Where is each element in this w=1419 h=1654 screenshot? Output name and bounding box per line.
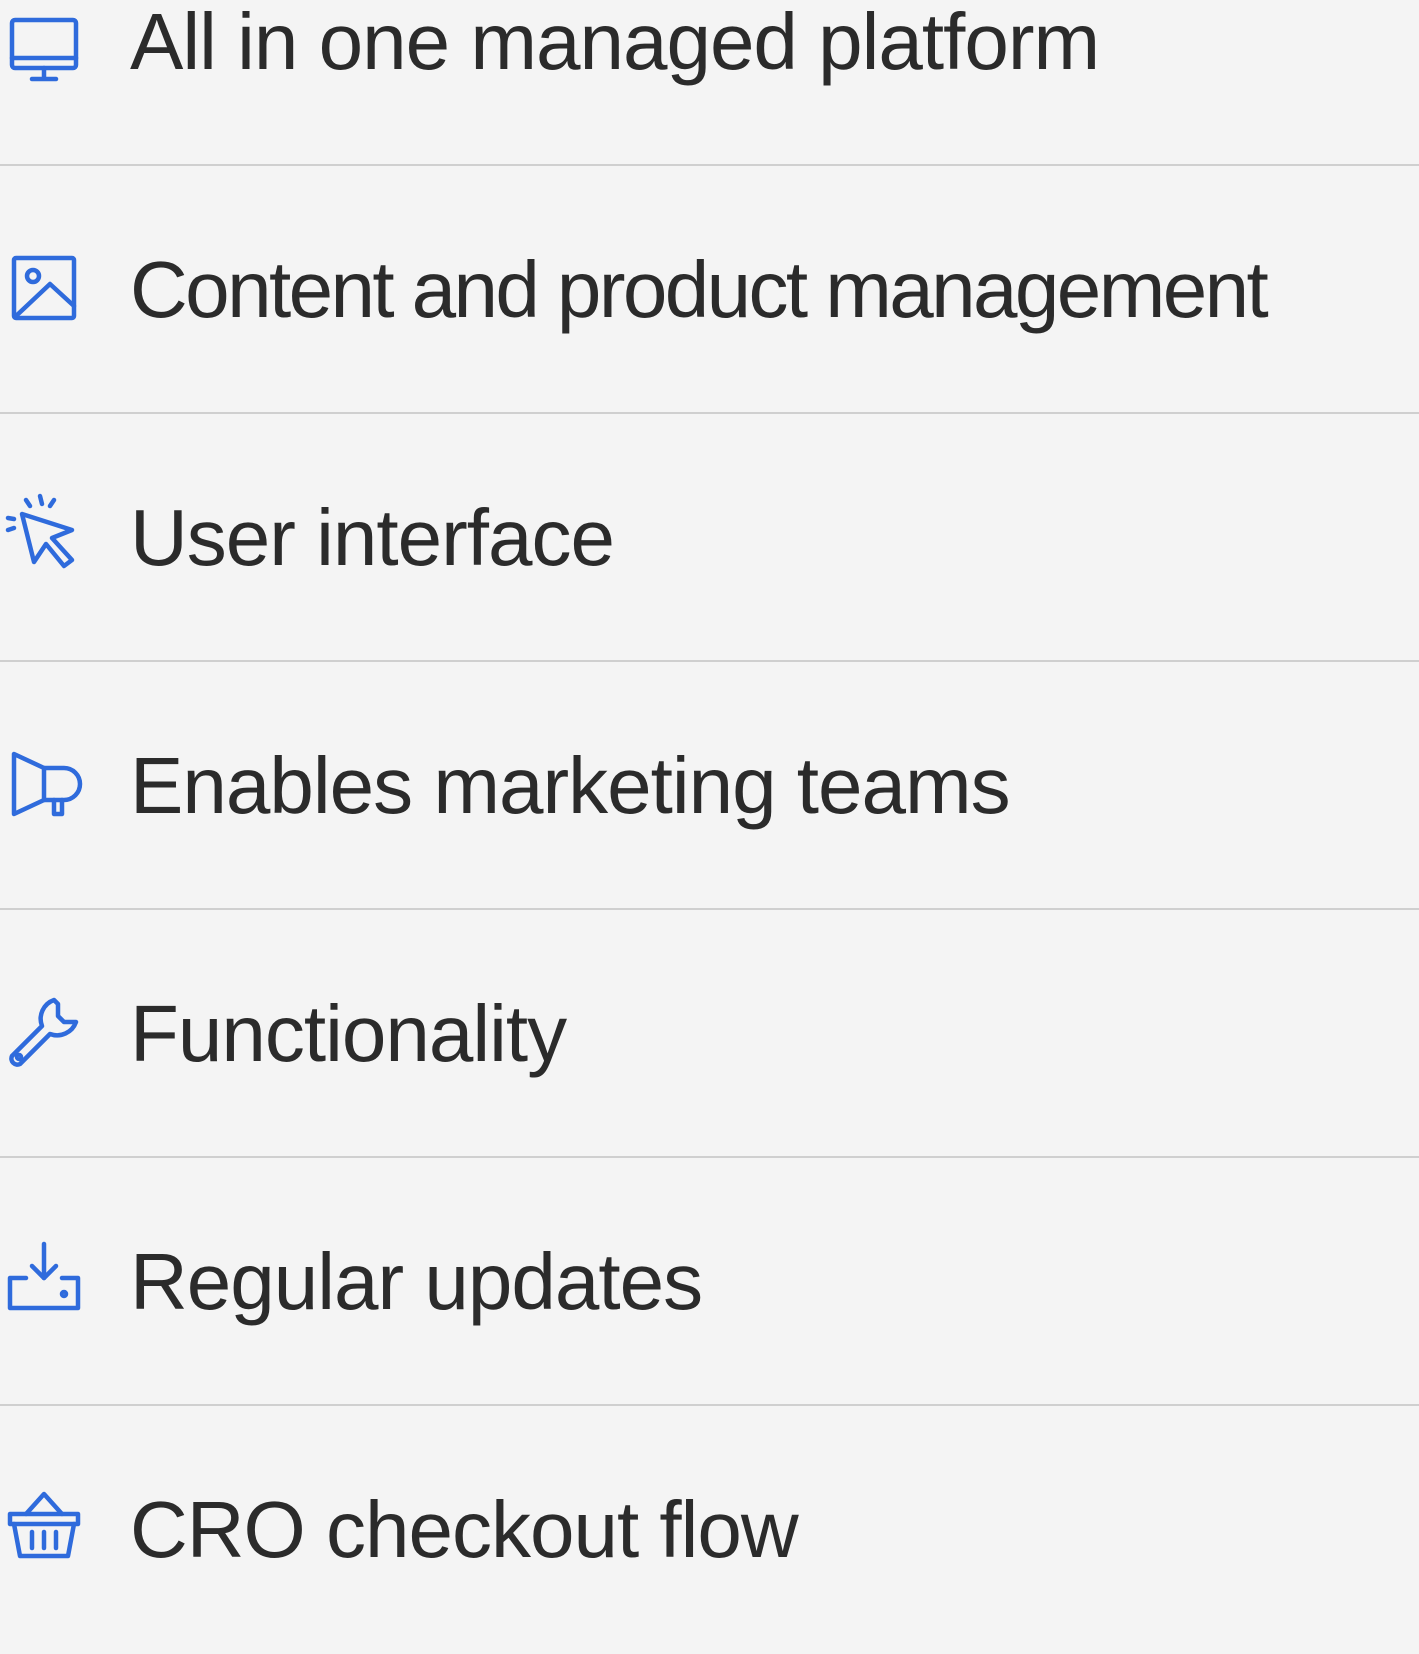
list-item: CRO checkout flow [0,1406,1419,1654]
download-tray-icon [2,1234,86,1318]
megaphone-icon [2,740,86,824]
basket-icon [2,1482,86,1566]
list-item-label: Content and product management [130,245,1269,334]
image-icon [2,246,86,330]
monitor-icon [2,6,86,90]
list-item: Regular updates [0,1158,1419,1406]
list-item: Enables marketing teams [0,662,1419,910]
wrench-icon [2,990,86,1074]
list-item-label: Enables marketing teams [130,741,1011,830]
list-item-label: Functionality [130,989,567,1078]
list-item: All in one managed platform [0,0,1419,166]
feature-list: All in one managed platform Content and … [0,0,1419,1574]
list-item: Functionality [0,910,1419,1158]
cursor-click-icon [2,490,86,574]
list-item-label: Regular updates [130,1237,703,1326]
list-item-label: User interface [130,493,615,582]
list-item: User interface [0,414,1419,662]
list-item: Content and product management [0,166,1419,414]
list-item-label: CRO checkout flow [130,1485,799,1574]
list-item-label: All in one managed platform [130,0,1100,86]
